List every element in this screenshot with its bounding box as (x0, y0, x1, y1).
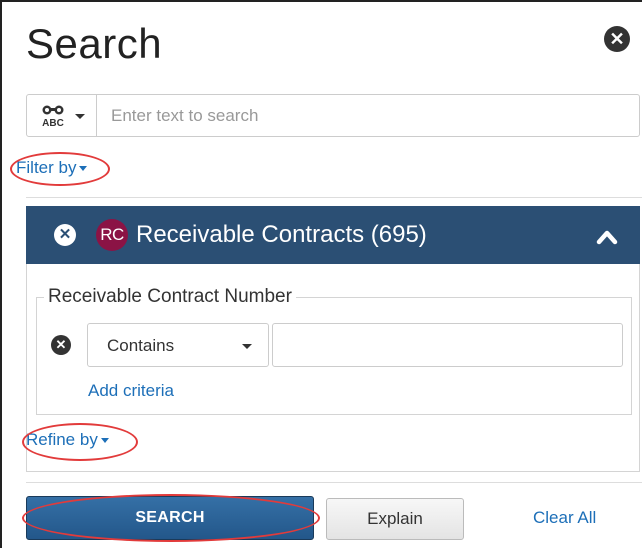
clear-all-link[interactable]: Clear All (533, 508, 596, 528)
search-input[interactable] (111, 95, 631, 136)
annotation-oval (10, 152, 110, 186)
annotation-oval (22, 494, 320, 542)
divider (26, 197, 642, 198)
svg-text:ABC: ABC (42, 118, 64, 128)
panel-header: ✕ RC Receivable Contracts (695) (26, 206, 640, 264)
remove-criteria-icon[interactable]: ✕ (51, 335, 71, 355)
close-icon[interactable]: ✕ (604, 26, 630, 52)
operator-value: Contains (107, 336, 175, 355)
criteria-legend: Receivable Contract Number (44, 286, 296, 308)
chevron-down-icon (242, 344, 252, 349)
explain-button[interactable]: Explain (326, 498, 464, 540)
chevron-up-icon[interactable] (596, 226, 618, 248)
remove-entity-icon[interactable]: ✕ (54, 224, 76, 246)
divider (26, 482, 642, 483)
entity-badge: RC (96, 219, 128, 251)
page-title: Search (26, 20, 163, 67)
binoculars-abc-icon: ABC (42, 105, 64, 128)
panel-title: Receivable Contracts (695) (136, 221, 427, 248)
search-type-dropdown[interactable]: ABC (27, 95, 97, 136)
operator-select[interactable]: Contains (87, 323, 269, 367)
search-bar: ABC (26, 94, 640, 137)
chevron-down-icon (75, 114, 85, 119)
criteria-value-input[interactable] (272, 323, 623, 367)
annotation-oval (22, 423, 138, 461)
add-criteria-link[interactable]: Add criteria (88, 381, 174, 401)
